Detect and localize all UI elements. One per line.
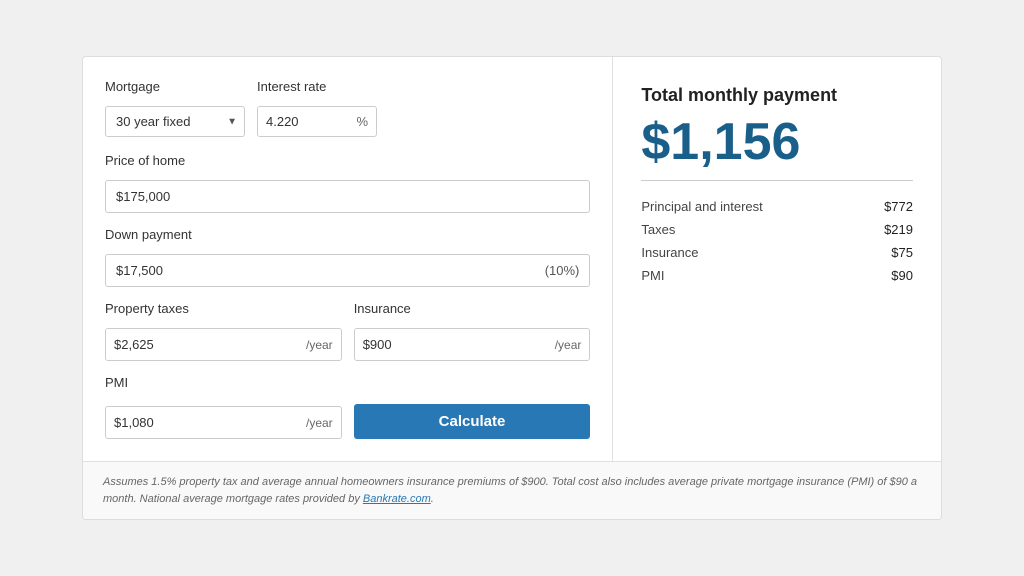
down-payment-field-group: Down payment (10%) [105,227,590,287]
breakdown-row: Insurance$75 [641,241,913,264]
insurance-label: Insurance [354,301,591,316]
total-monthly-payment-label: Total monthly payment [641,85,913,106]
breakdown-value: $90 [861,264,913,287]
pmi-field-group: /year [105,406,342,439]
breakdown-label: Insurance [641,241,860,264]
insurance-input[interactable] [355,329,547,360]
mortgage-label: Mortgage [105,79,245,94]
pmi-label-group: PMI [105,375,590,396]
interest-rate-suffix: % [354,107,376,136]
mortgage-field-group: Mortgage 30 year fixed 15 year fixed 5/1… [105,79,245,137]
property-taxes-field-group: Property taxes /year [105,301,342,361]
breakdown-value: $772 [861,195,913,218]
property-taxes-input-wrapper: /year [105,328,342,361]
total-monthly-amount: $1,156 [641,116,913,168]
property-taxes-unit: /year [298,330,341,360]
calculate-button[interactable]: Calculate [354,404,591,439]
breakdown-row: PMI$90 [641,264,913,287]
taxes-insurance-row: Property taxes /year Insurance /year [105,301,590,361]
breakdown-label: Principal and interest [641,195,860,218]
results-panel: Total monthly payment $1,156 Principal a… [613,57,941,461]
property-taxes-input[interactable] [106,329,298,360]
footer-text-after: . [431,493,434,505]
breakdown-value: $75 [861,241,913,264]
down-payment-pct: (10%) [535,255,590,286]
pmi-input-wrapper: /year [105,406,342,439]
footer: Assumes 1.5% property tax and average an… [83,461,941,519]
breakdown-label: PMI [641,264,860,287]
pmi-unit: /year [298,408,341,438]
interest-rate-field-group: Interest rate % [257,79,377,137]
mortgage-select[interactable]: 30 year fixed 15 year fixed 5/1 ARM [105,106,245,137]
breakdown-table: Principal and interest$772Taxes$219Insur… [641,195,913,287]
breakdown-label: Taxes [641,218,860,241]
breakdown-row: Principal and interest$772 [641,195,913,218]
price-of-home-label: Price of home [105,153,590,168]
insurance-field-group: Insurance /year [354,301,591,361]
down-payment-label: Down payment [105,227,590,242]
mortgage-calculator: Mortgage 30 year fixed 15 year fixed 5/1… [82,56,942,520]
interest-rate-label: Interest rate [257,79,377,94]
insurance-unit: /year [547,330,590,360]
property-taxes-label: Property taxes [105,301,342,316]
breakdown-row: Taxes$219 [641,218,913,241]
down-payment-input[interactable] [106,255,535,286]
input-panel: Mortgage 30 year fixed 15 year fixed 5/1… [83,57,613,461]
price-of-home-field-group: Price of home [105,153,590,213]
insurance-input-wrapper: /year [354,328,591,361]
bankrate-link[interactable]: Bankrate.com [363,493,431,505]
interest-rate-input[interactable] [258,107,354,136]
footer-text: Assumes 1.5% property tax and average an… [103,476,917,505]
pmi-input[interactable] [106,407,298,438]
pmi-calculate-row: /year Calculate [105,404,590,439]
interest-rate-input-wrapper: % [257,106,377,137]
down-payment-input-wrapper: (10%) [105,254,590,287]
result-divider [641,180,913,181]
breakdown-value: $219 [861,218,913,241]
mortgage-select-wrapper: 30 year fixed 15 year fixed 5/1 ARM ▼ [105,106,245,137]
price-of-home-input[interactable] [105,180,590,213]
pmi-label: PMI [105,375,590,390]
